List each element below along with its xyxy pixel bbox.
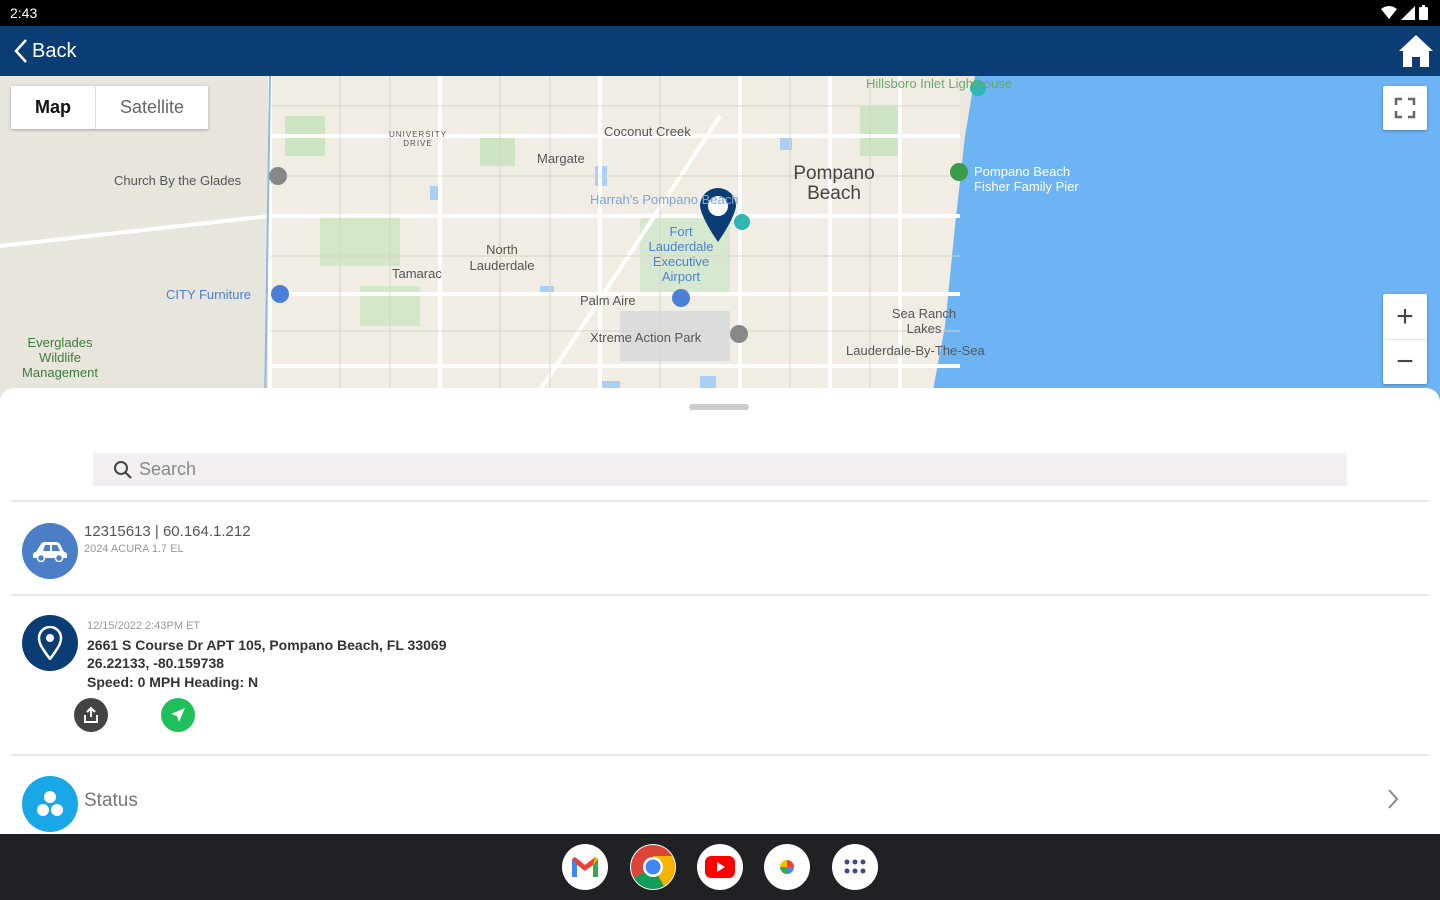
fullscreen-icon <box>1394 97 1416 119</box>
divider <box>11 754 1429 756</box>
map-label-hillsboro: Hillsboro Inlet Lighthouse <box>866 76 1012 91</box>
map-label-lbts: Lauderdale-By-The-Sea <box>846 343 985 358</box>
photos-icon[interactable] <box>764 844 810 890</box>
system-status-bar: 2:43 <box>0 0 1440 26</box>
map-type-toggle: Map Satellite <box>11 86 209 129</box>
battery-icon <box>1419 5 1428 20</box>
app-drawer-icon[interactable] <box>832 844 878 890</box>
map-label-coconut-creek: Coconut Creek <box>604 124 691 139</box>
map-label-north-lauderdale: North Lauderdale <box>469 242 535 273</box>
search-input[interactable] <box>139 459 1289 480</box>
location-timestamp: 12/15/2022 2:43PM ET <box>87 620 201 632</box>
map-label-everglades: Everglades Wildlife Management <box>22 335 98 380</box>
search-icon <box>114 460 132 479</box>
status-row[interactable]: Status <box>11 758 1429 834</box>
gmail-icon[interactable] <box>562 844 608 890</box>
status-label: Status <box>84 790 138 811</box>
location-speed-heading: Speed: 0 MPH Heading: N <box>87 674 259 690</box>
status-avatar <box>22 776 78 832</box>
search-bar <box>93 453 1347 486</box>
share-icon <box>84 706 98 723</box>
wifi-icon <box>1381 5 1397 19</box>
share-button[interactable] <box>74 698 108 732</box>
vehicle-subtitle: 2024 ACURA 1.7 EL <box>84 543 184 555</box>
vehicle-title: 12315613 | 60.164.1.212 <box>84 523 251 540</box>
ocean <box>930 76 1440 406</box>
map-label-tamarac: Tamarac <box>392 266 442 281</box>
chrome-icon[interactable] <box>630 844 676 890</box>
signal-icon <box>1401 5 1415 20</box>
zoom-controls: + − <box>1383 294 1427 384</box>
system-icons <box>1381 5 1428 20</box>
location-address: 2661 S Course Dr APT 105, Pompano Beach,… <box>87 637 447 653</box>
details-bottom-sheet: 12315613 | 60.164.1.212 2024 ACURA 1.7 E… <box>0 388 1440 834</box>
zoom-out-button[interactable]: − <box>1383 339 1427 384</box>
chevron-left-icon <box>14 39 27 63</box>
car-icon <box>33 542 67 562</box>
map-view[interactable]: Hillsboro Inlet Lighthouse Coconut Creek… <box>0 76 1440 406</box>
divider <box>11 500 1429 502</box>
navigation-arrow-icon <box>171 708 185 722</box>
zoom-in-button[interactable]: + <box>1383 294 1427 339</box>
map-label-palm-aire: Palm Aire <box>580 293 636 308</box>
back-label: Back <box>32 39 77 62</box>
location-coordinates: 26.22133, -80.159738 <box>87 655 225 671</box>
map-pin-icon <box>37 626 63 660</box>
chevron-right-icon <box>1388 789 1399 809</box>
vehicle-avatar <box>22 523 78 579</box>
divider <box>11 594 1429 596</box>
map-label-margate: Margate <box>537 151 585 166</box>
map-label-city-furniture: CITY Furniture <box>166 287 252 302</box>
youtube-icon[interactable] <box>697 844 743 890</box>
sheet-drag-handle[interactable] <box>689 404 749 410</box>
back-button[interactable]: Back <box>14 38 76 64</box>
map-label-airport: Fort Lauderdale Executive Airport <box>648 224 714 284</box>
map-label-university: UNIVERSITY DRIVE <box>388 130 447 148</box>
map-type-satellite-button[interactable]: Satellite <box>95 86 208 129</box>
map-type-map-button[interactable]: Map <box>11 86 95 129</box>
map-label-pompano-beach: Pompano Beach <box>793 163 875 204</box>
fullscreen-button[interactable] <box>1383 86 1427 130</box>
home-icon[interactable] <box>1398 33 1434 69</box>
location-avatar <box>22 615 78 671</box>
clock: 2:43 <box>10 5 38 21</box>
navigate-button[interactable] <box>161 698 195 732</box>
map-label-harrahs: Harrah's Pompano Beach <box>590 192 739 207</box>
map-label-church: Church By the Glades <box>114 173 242 188</box>
status-dots-icon <box>37 791 63 816</box>
map-label-pier: Pompano Beach Fisher Family Pier <box>974 164 1079 194</box>
map-label-xtreme: Xtreme Action Park <box>590 330 702 345</box>
taskbar-dock <box>0 834 1440 900</box>
app-bar: Back <box>0 26 1440 76</box>
map-label-sea-ranch: Sea Ranch Lakes <box>891 306 957 336</box>
